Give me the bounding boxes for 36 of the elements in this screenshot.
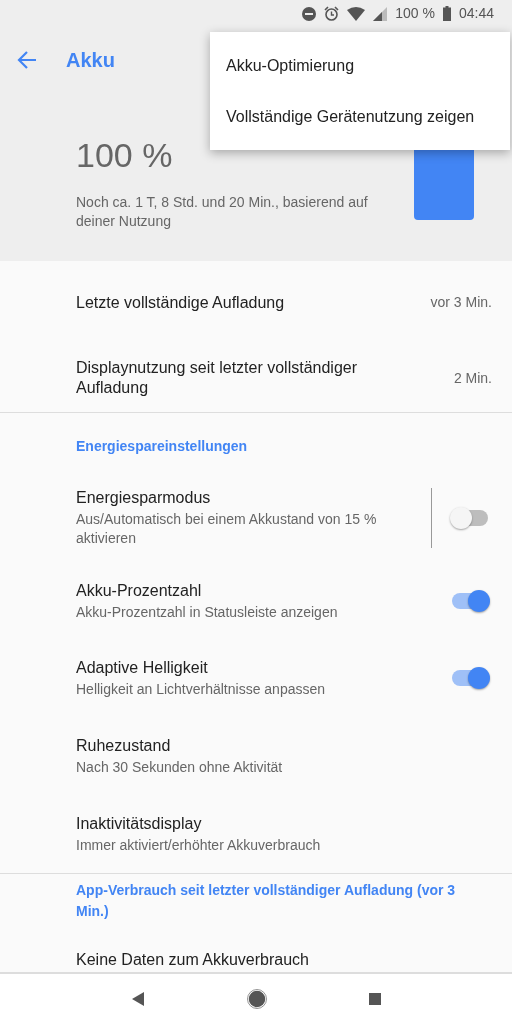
battery-estimate: Noch ca. 1 T, 8 Std. und 20 Min., basierend auf deiner Nutzung (76, 192, 369, 231)
menu-item[interactable]: Akku-Optimierung (210, 40, 510, 91)
alarm-clock-icon (324, 6, 340, 22)
do-not-disturb-icon (302, 6, 317, 21)
setting-title: Keine Daten zum Akkuverbrauch (76, 950, 310, 971)
menu-item[interactable]: Vollständige Gerätenutzung zeigen (210, 91, 510, 142)
wifi-icon (347, 6, 366, 21)
signal-icon (373, 6, 388, 21)
setting-summary: Helligkeit an Lichtverhältnisse anpassen (76, 679, 327, 699)
setting-value: 2 Min. (452, 368, 492, 388)
setting-value: vor 3 Min. (429, 293, 492, 313)
setting-title: Akku-Prozentzahl (76, 580, 203, 601)
page-title: Akku (66, 47, 115, 73)
setting-title: Adaptive Helligkeit (76, 657, 209, 678)
setting-title: Displaynutzung seit letzter vollständiger Aufladung (76, 358, 359, 399)
battery-icon (442, 6, 451, 22)
back-button[interactable] (16, 48, 38, 71)
battery-percent-text: 100 % (395, 4, 435, 24)
setting-summary: Immer aktiviert/erhöhter Akkuverbrauch (76, 835, 322, 855)
toggle-switch[interactable] (452, 510, 488, 527)
setting-title: Letzte vollständige Aufladung (76, 292, 286, 313)
setting-summary: Aus/Automatisch bei einem Akkustand von 15 % aktivieren (76, 510, 378, 549)
toggle-switch[interactable] (452, 670, 488, 687)
back-button[interactable] (130, 990, 147, 1009)
clock-text: 04:44 (458, 4, 494, 24)
toggle-switch[interactable] (452, 593, 488, 610)
section-header: Energiespareinstellungen (75, 437, 249, 457)
setting-title: Ruhezustand (76, 735, 172, 756)
section-header: App-Verbrauch seit letzter vollständiger Aufladung (vor 3 Min.) (75, 881, 457, 922)
setting-title: Energiesparmodus (76, 488, 212, 509)
setting-summary: Nach 30 Sekunden ohne Aktivität (76, 757, 284, 777)
battery-percentage: 100 % (76, 134, 174, 176)
home-button[interactable] (247, 989, 267, 1010)
recents-button[interactable] (367, 992, 382, 1007)
setting-title: Inaktivitätsdisplay (76, 813, 203, 834)
setting-summary: Akku-Prozentzahl in Statusleiste anzeigen (76, 602, 339, 622)
